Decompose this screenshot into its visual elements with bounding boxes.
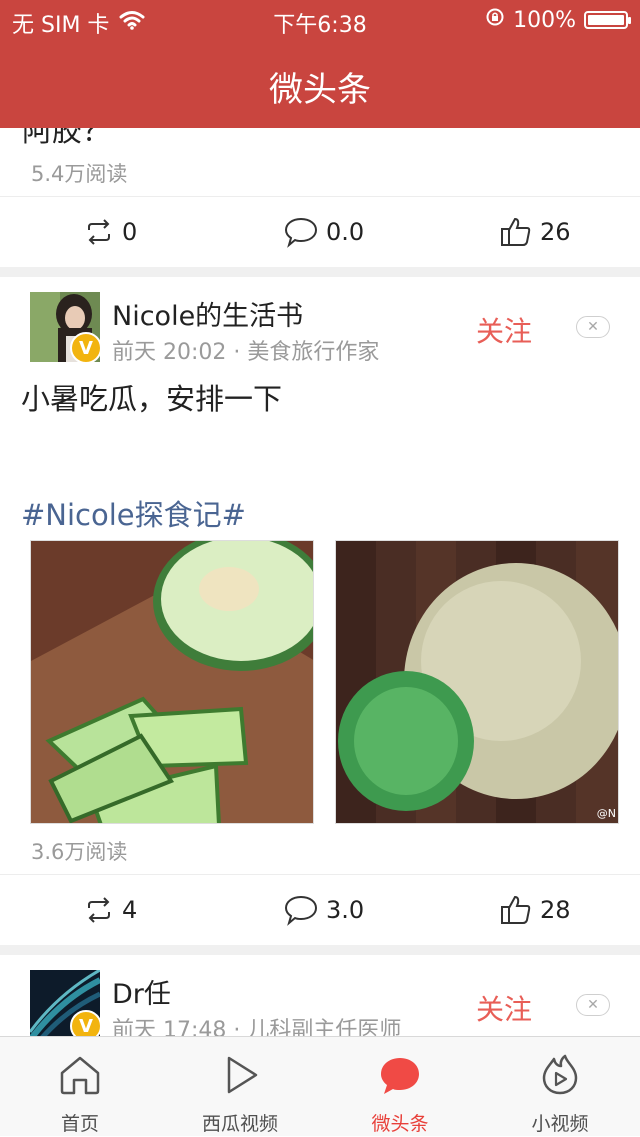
chat-bubble-icon — [381, 1058, 419, 1094]
comment-icon — [284, 895, 318, 926]
close-icon: ✕ — [587, 997, 599, 1013]
repost-button[interactable]: 4 — [84, 875, 137, 945]
home-icon — [60, 1056, 100, 1095]
post-meta: 前天 20:02 · 美食旅行作家 — [112, 340, 380, 365]
read-count: 5.4万阅读 — [31, 162, 128, 186]
battery-icon — [584, 11, 631, 29]
post-photo-melon-slices[interactable] — [30, 540, 314, 824]
tab-bar: 首页 西瓜视频 微头条 小视频 — [0, 1036, 640, 1136]
feed[interactable]: 阿胶？ 5.4万阅读 0 0.0 26 V Nicole的生活书 前天 20:0… — [0, 128, 640, 1036]
photo-watermark: @N — [596, 807, 616, 820]
verified-badge-icon: V — [70, 1010, 102, 1036]
dismiss-button[interactable]: ✕ — [576, 316, 610, 338]
follow-button[interactable]: 关注 — [476, 310, 532, 350]
repost-count: 0 — [122, 218, 138, 246]
post-text[interactable]: 小暑吃瓜，安排一下 — [21, 376, 282, 418]
repost-icon — [88, 219, 110, 245]
tab-label: 首页 — [60, 1113, 99, 1135]
tab-weitoutiao[interactable]: 微头条 — [320, 1037, 480, 1137]
orientation-lock-icon — [485, 7, 505, 33]
tab-label: 西瓜视频 — [201, 1113, 278, 1135]
follow-button[interactable]: 关注 — [476, 988, 532, 1028]
post-divider — [0, 267, 640, 277]
like-count: 26 — [540, 218, 571, 246]
author-name[interactable]: Dr任 — [112, 972, 171, 1011]
read-count: 3.6万阅读 — [31, 840, 128, 864]
repost-count: 4 — [122, 896, 138, 924]
comment-button[interactable]: 0.0 — [284, 197, 364, 267]
like-button[interactable]: 26 — [500, 197, 571, 267]
post-photo-whole-melon[interactable]: @N — [335, 540, 619, 824]
comment-button[interactable]: 3.0 — [284, 875, 364, 945]
comment-count: 3.0 — [326, 896, 365, 924]
flame-play-icon — [542, 1054, 578, 1095]
close-icon: ✕ — [587, 319, 599, 335]
like-count: 28 — [540, 896, 571, 924]
tab-home[interactable]: 首页 — [0, 1037, 160, 1137]
tab-label: 微头条 — [371, 1113, 429, 1135]
post-meta: 前天 17:48 · 儿科副主任医师 — [112, 1018, 402, 1036]
play-icon — [227, 1056, 258, 1094]
thumbs-up-icon — [501, 895, 531, 924]
post-actions: 0 0.0 26 — [0, 196, 640, 267]
tab-label: 小视频 — [531, 1113, 589, 1135]
author-name[interactable]: Nicole的生活书 — [112, 294, 303, 333]
author-avatar[interactable]: V — [28, 968, 102, 1036]
author-avatar[interactable]: V — [30, 292, 102, 364]
comment-icon — [284, 217, 318, 248]
thumbs-up-icon — [501, 217, 531, 246]
like-button[interactable]: 28 — [500, 875, 571, 945]
dismiss-button[interactable]: ✕ — [576, 994, 610, 1016]
tab-xigua-video[interactable]: 西瓜视频 — [160, 1037, 320, 1137]
nav-bar: 微头条 — [0, 40, 640, 128]
repost-icon — [88, 897, 110, 923]
status-bar: 无 SIM 卡 下午6:38 100% — [0, 0, 640, 40]
hashtag-link[interactable]: #Nicole探食记# — [21, 492, 246, 534]
repost-button[interactable]: 0 — [84, 197, 137, 267]
post-divider — [0, 945, 640, 955]
post-actions: 4 3.0 28 — [0, 874, 640, 945]
verified-badge-icon: V — [70, 332, 102, 364]
post-text-partial: 阿胶？ — [22, 128, 112, 149]
comment-count: 0.0 — [326, 218, 365, 246]
page-title: 微头条 — [269, 70, 371, 110]
tab-short-video[interactable]: 小视频 — [480, 1037, 640, 1137]
battery-percent: 100% — [513, 7, 576, 33]
